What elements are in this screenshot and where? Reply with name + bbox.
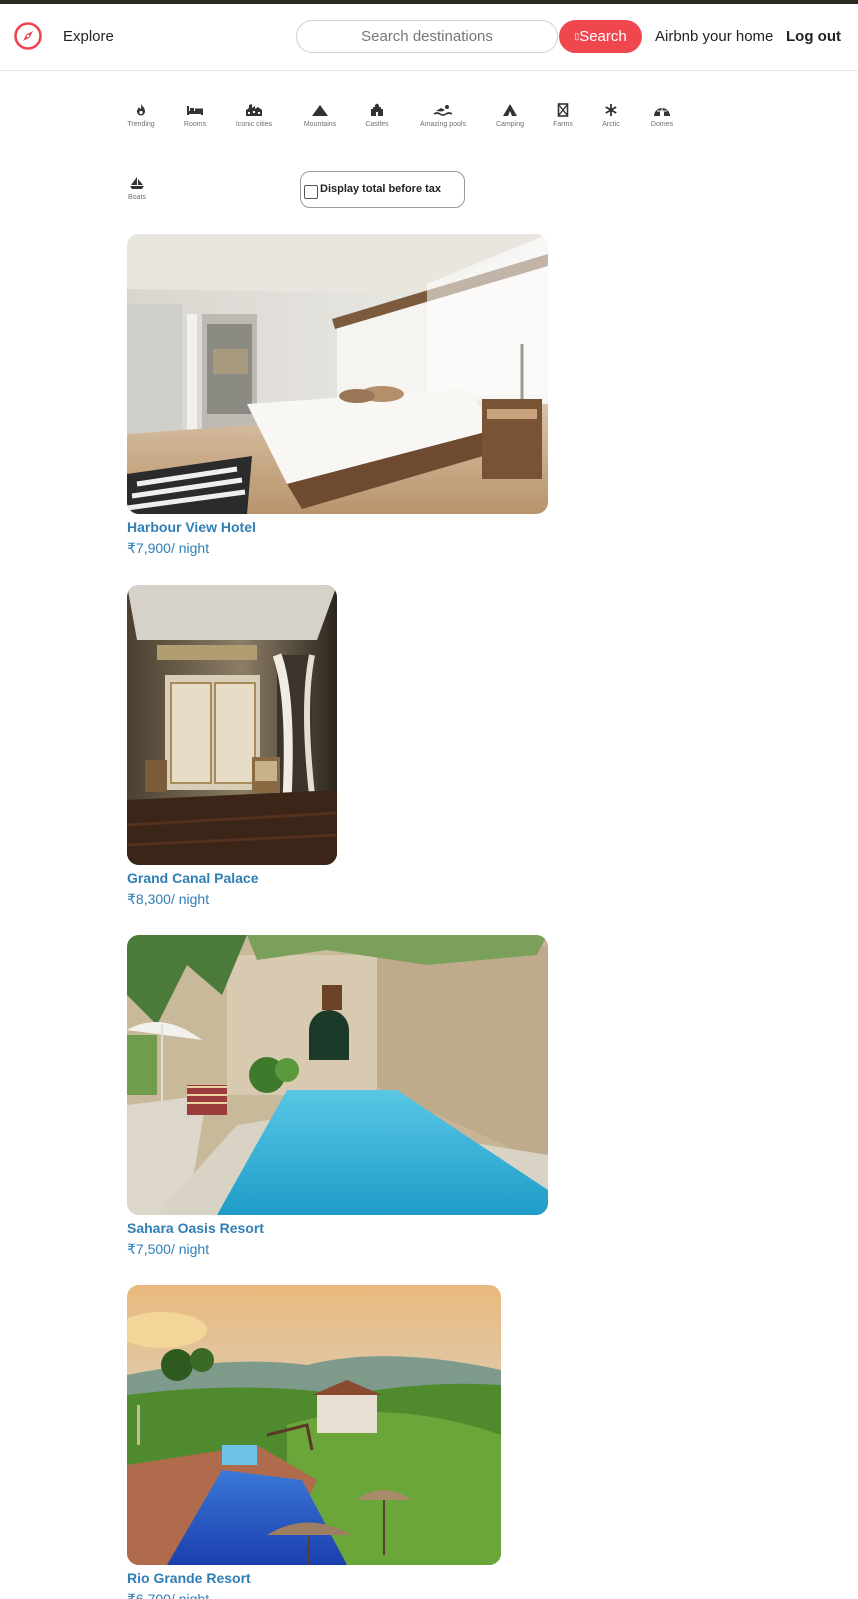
- category-label: Amazing pools: [420, 121, 466, 128]
- compass-logo-icon[interactable]: [13, 21, 43, 51]
- category-rooms[interactable]: Rooms: [167, 103, 223, 128]
- category-label: Iconic cities: [235, 121, 273, 128]
- listing-price: ₹7,900/ night: [127, 540, 210, 556]
- category-boats[interactable]: Boats: [109, 176, 165, 201]
- tax-checkbox[interactable]: [304, 185, 318, 199]
- listing-name[interactable]: Grand Canal Palace: [127, 869, 337, 887]
- hillside-pool-photo[interactable]: [127, 1285, 501, 1565]
- explore-link[interactable]: Explore: [63, 28, 114, 45]
- listing-price: ₹8,300/ night: [127, 891, 210, 907]
- listing-name[interactable]: Rio Grande Resort: [127, 1569, 501, 1587]
- tent-icon: [503, 104, 517, 116]
- listing-name[interactable]: Harbour View Hotel: [127, 518, 548, 536]
- category-amazing-pools[interactable]: Amazing pools: [415, 103, 471, 128]
- listing-card[interactable]: Sahara Oasis Resort ₹7,500/ night: [127, 935, 548, 1258]
- category-label: Mountains: [303, 121, 337, 128]
- category-label: Camping: [495, 121, 524, 128]
- category-arctic[interactable]: Arctic: [583, 103, 639, 128]
- bed-icon: [187, 106, 203, 115]
- display-total-toggle[interactable]: Display total before tax: [300, 171, 465, 208]
- listing-card[interactable]: Grand Canal Palace ₹8,300/ night: [127, 585, 337, 908]
- snowflake-icon: [605, 104, 617, 116]
- listing-price: ₹7,500/ night: [127, 1241, 210, 1257]
- category-camping[interactable]: Camping: [482, 103, 538, 128]
- search-input[interactable]: [296, 20, 558, 53]
- search-button-label: Search: [579, 28, 627, 45]
- listing-card[interactable]: Harbour View Hotel ₹7,900/ night: [127, 234, 548, 557]
- city-icon: [246, 104, 262, 116]
- category-label: Domes: [650, 121, 674, 128]
- listing-card[interactable]: Rio Grande Resort ₹6,700/ night: [127, 1285, 501, 1599]
- swimmer-icon: [433, 105, 453, 116]
- navbar: Explore ▯Search Airbnb your home Log out: [0, 4, 858, 71]
- category-label: Castles: [365, 121, 389, 128]
- listing-price: ₹6,700/ night: [127, 1591, 210, 1599]
- category-iconic-cities[interactable]: Iconic cities: [226, 103, 282, 128]
- logout-link[interactable]: Log out: [786, 28, 841, 45]
- category-trending[interactable]: Trending: [113, 103, 169, 128]
- category-label: Boats: [128, 194, 146, 201]
- sailboat-icon: [130, 177, 144, 189]
- flame-icon: [137, 104, 145, 116]
- palace-room-photo[interactable]: [127, 585, 337, 865]
- castle-icon: [371, 103, 383, 116]
- igloo-icon: [654, 108, 670, 116]
- category-label: Rooms: [183, 121, 207, 128]
- bedroom-photo[interactable]: [127, 234, 548, 514]
- category-mountains[interactable]: Mountains: [292, 103, 348, 128]
- tax-toggle-label: Display total before tax: [320, 183, 442, 195]
- airbnb-your-home-link[interactable]: Airbnb your home: [655, 28, 773, 45]
- search-button[interactable]: ▯Search: [559, 20, 642, 53]
- category-castles[interactable]: Castles: [349, 103, 405, 128]
- category-label: Arctic: [602, 121, 620, 128]
- courtyard-pool-photo[interactable]: [127, 935, 548, 1215]
- category-domes[interactable]: Domes: [634, 103, 690, 128]
- mountain-icon: [312, 105, 328, 116]
- barn-icon: [557, 103, 569, 117]
- category-label: Trending: [127, 121, 155, 128]
- listing-name[interactable]: Sahara Oasis Resort: [127, 1219, 548, 1237]
